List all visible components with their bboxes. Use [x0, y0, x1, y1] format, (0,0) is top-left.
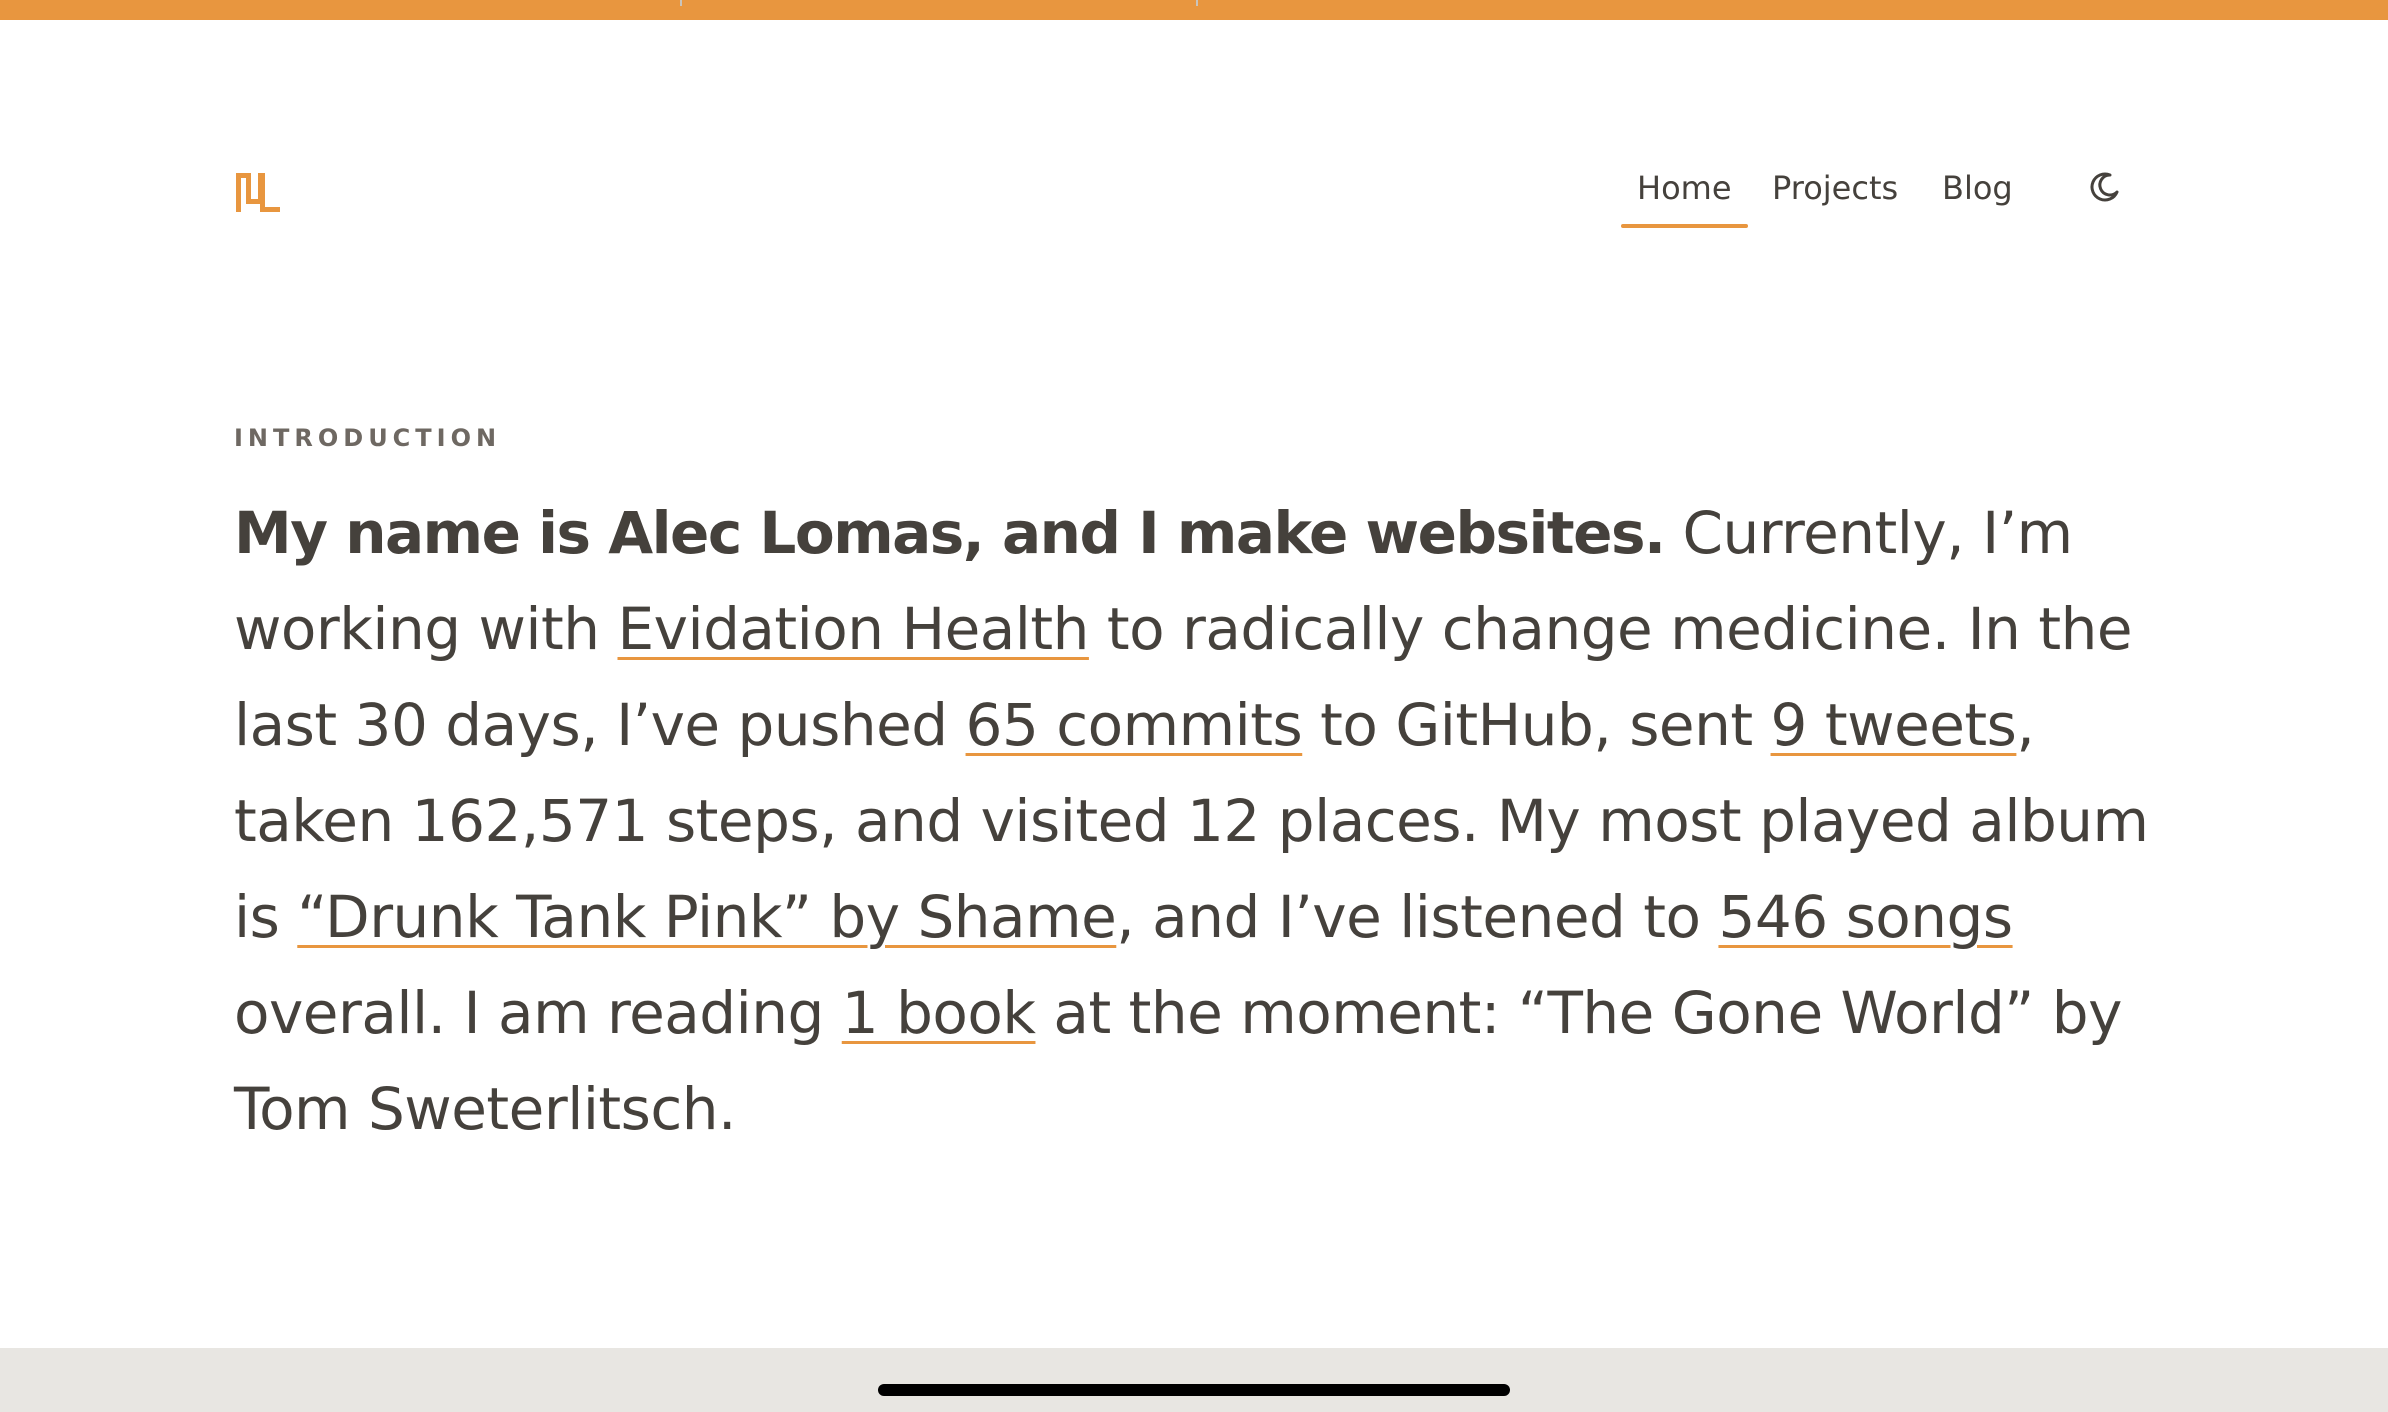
books-link[interactable]: 1 book [842, 979, 1036, 1047]
intro-headline: My name is Alec Lomas, and I make websit… [234, 499, 1666, 567]
top-accent-bar [0, 0, 2388, 20]
intro-text: to GitHub, sent [1302, 691, 1771, 759]
tweets-link[interactable]: 9 tweets [1771, 691, 2017, 759]
moon-icon [2090, 172, 2119, 202]
section-eyebrow: INTRODUCTION [234, 424, 502, 452]
tab-seam [1196, 0, 1198, 6]
intro-text: , and I’ve listened to [1116, 883, 1719, 951]
commits-link[interactable]: 65 commits [966, 691, 1303, 759]
logo-home-link[interactable] [232, 169, 284, 214]
album-link[interactable]: “Drunk Tank Pink” by Shame [297, 883, 1117, 951]
songs-link[interactable]: 546 songs [1718, 883, 2013, 951]
intro-paragraph: My name is Alec Lomas, and I make websit… [234, 485, 2174, 1157]
home-indicator[interactable] [878, 1384, 1510, 1396]
tab-seam [680, 0, 682, 6]
nav-link-projects[interactable]: Projects [1772, 166, 1898, 222]
theme-toggle-button[interactable] [2084, 168, 2124, 208]
intro-text: overall. I am reading [234, 979, 842, 1047]
nl-monogram-icon [236, 173, 280, 212]
nav-link-blog[interactable]: Blog [1942, 166, 2013, 222]
system-bottom-bar [0, 1348, 2388, 1412]
employer-link[interactable]: Evidation Health [617, 595, 1089, 663]
nav-link-home[interactable]: Home [1621, 166, 1747, 228]
